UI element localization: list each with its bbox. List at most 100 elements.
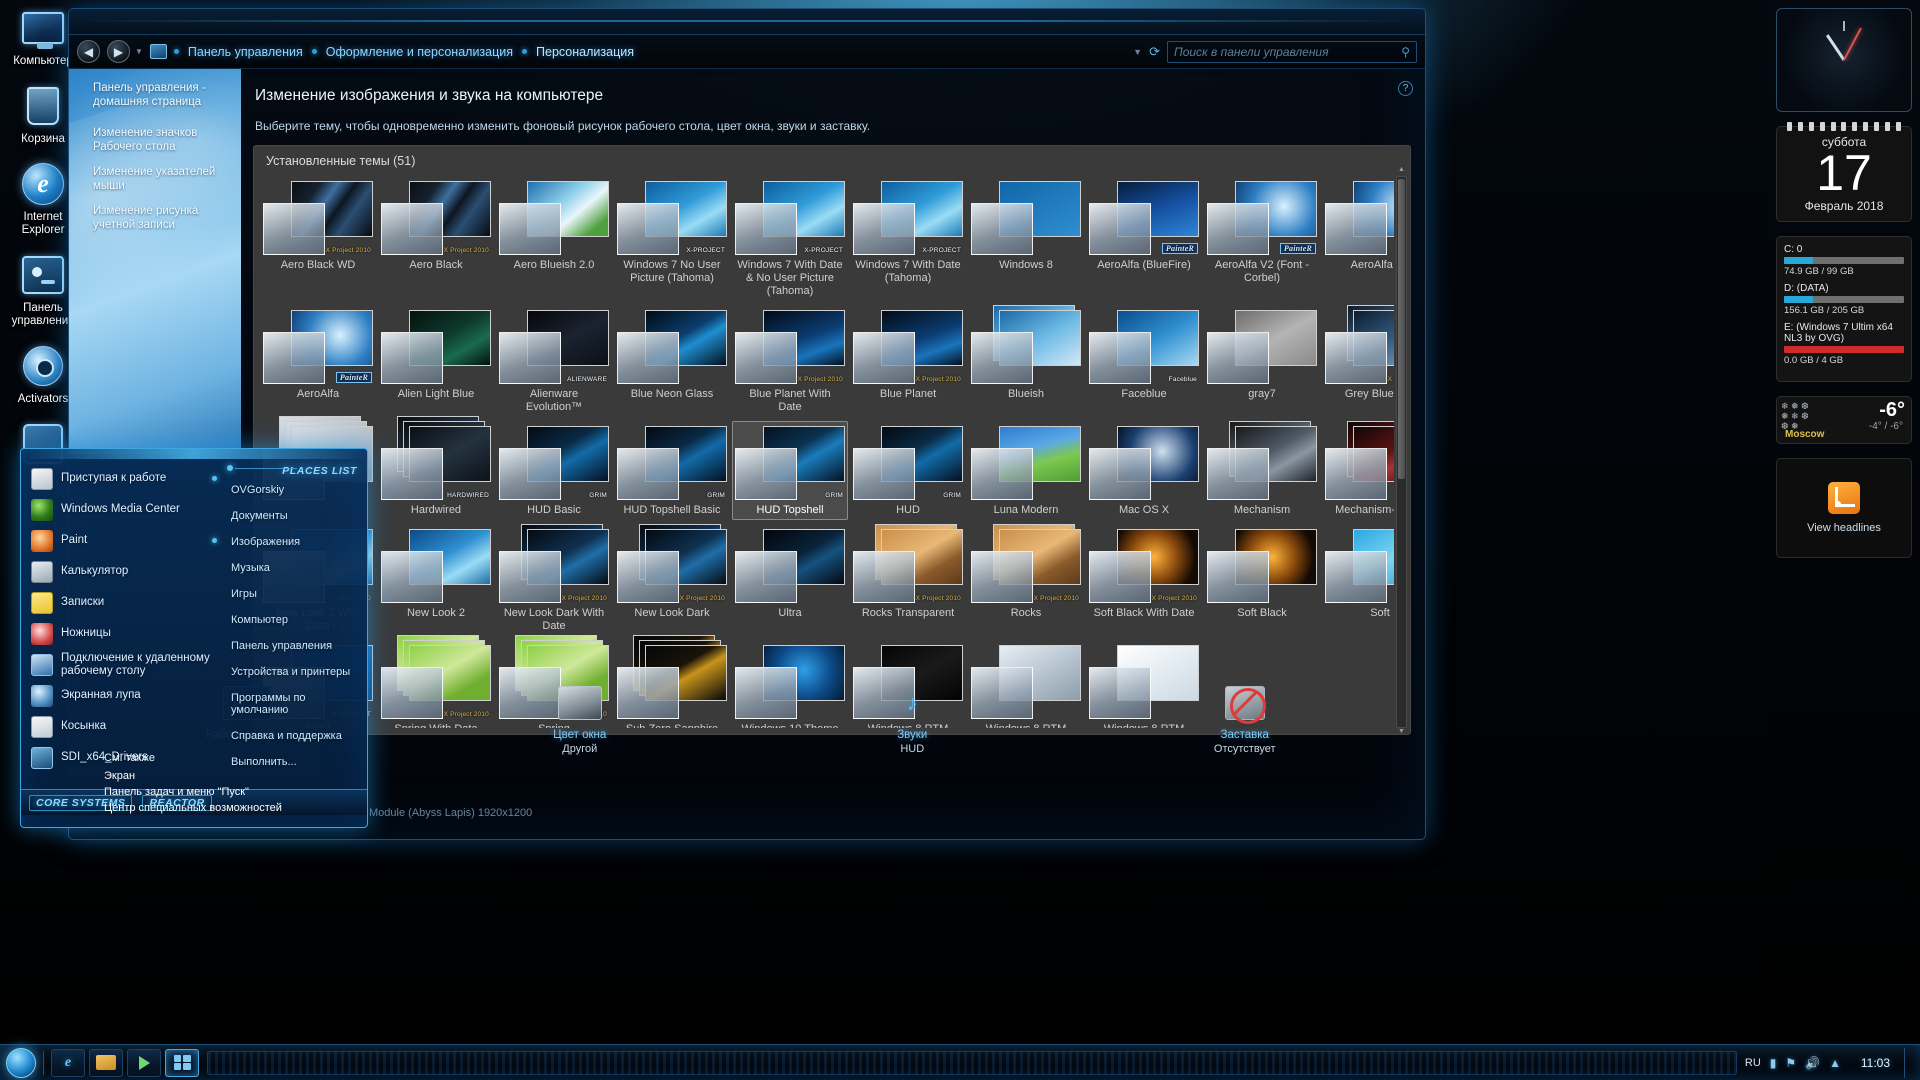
theme-tile[interactable]: ALIENWAREAlienware Evolution™ [496, 305, 612, 417]
back-button[interactable]: ◀ [77, 40, 100, 63]
places-list-item[interactable]: Справка и поддержка [225, 723, 363, 749]
calendar-gadget[interactable]: суббота 17 Февраль 2018 [1776, 126, 1912, 222]
theme-tile[interactable]: Blueish [968, 305, 1084, 417]
task-link-home[interactable]: Панель управления - домашняя страница [93, 81, 231, 109]
places-list-item[interactable]: Устройства и принтеры [225, 659, 363, 685]
theme-tile[interactable]: X Project 2010New Look Dark [614, 524, 730, 636]
task-link-desktop-icons[interactable]: Изменение значков Рабочего стола [93, 126, 231, 154]
task-link-mouse-pointers[interactable]: Изменение указателей мыши [93, 165, 231, 193]
taskbar-button-internet-explorer[interactable]: e [51, 1049, 85, 1077]
scroll-up-icon[interactable]: ▲ [1397, 166, 1406, 176]
theme-tile[interactable]: X Project 2010Grey Blue WD [1322, 305, 1394, 417]
search-icon[interactable]: ⚲ [1401, 45, 1410, 59]
theme-tile[interactable]: Mac OS X [1086, 421, 1202, 520]
network-icon[interactable]: ▮ [1770, 1056, 1777, 1070]
theme-tile[interactable]: X Project 2010Blue Planet With Date [732, 305, 848, 417]
places-list-item[interactable]: Панель управления [225, 633, 363, 659]
see-also-link-ease[interactable]: Центр специальных возможностей [104, 802, 282, 814]
weather-gadget[interactable]: ❄ ❅ ❆❅ ❄ ❆❆ ❅ -6° -4° / -6° Moscow [1776, 396, 1912, 444]
theme-tile[interactable]: Blue Neon Glass [614, 305, 730, 417]
theme-tile[interactable]: HARDWIREDHardwired [378, 421, 494, 520]
forward-button[interactable]: ▶ [107, 40, 130, 63]
feed-headlines-gadget[interactable]: View headlines [1776, 458, 1912, 558]
task-link-account-picture[interactable]: Изменение рисунка учетной записи [93, 204, 231, 232]
refresh-icon[interactable]: ⟳ [1149, 44, 1160, 60]
theme-tile[interactable]: Mechanism-bonus [1322, 421, 1394, 520]
taskbar-empty-area[interactable] [207, 1051, 1737, 1075]
theme-tile[interactable]: PainteRAeroAlfa V2 [1322, 176, 1394, 301]
theme-tile[interactable]: New Look 2 [378, 524, 494, 636]
start-orb-icon[interactable] [6, 1048, 36, 1078]
volume-icon[interactable]: 🔊 [1805, 1056, 1820, 1070]
breadcrumb-item-appearance[interactable]: Оформление и персонализация [326, 45, 513, 59]
theme-tile[interactable]: GRIMHUD [850, 421, 966, 520]
start-menu-item[interactable]: Косынка [27, 711, 221, 742]
theme-tile[interactable]: Aero Blueish 2.0 [496, 176, 612, 301]
customize-window-color[interactable]: Цвет окна Другой [414, 681, 747, 781]
help-icon[interactable]: ? [1398, 81, 1413, 96]
show-desktop-button[interactable] [1904, 1048, 1914, 1078]
taskbar-button-control-panel[interactable] [165, 1049, 199, 1077]
flag-icon[interactable]: ⚑ [1785, 1056, 1796, 1070]
history-caret-icon[interactable]: ▼ [135, 47, 143, 56]
start-menu-item[interactable]: Ножницы [27, 618, 221, 649]
theme-tile[interactable]: Soft Black [1204, 524, 1320, 636]
theme-tile[interactable]: Luna Modern [968, 421, 1084, 520]
theme-tile[interactable]: X Project 2010Rocks [968, 524, 1084, 636]
start-menu-item[interactable]: Paint [27, 525, 221, 556]
places-list-item[interactable]: Компьютер [225, 607, 363, 633]
theme-tile[interactable]: X Project 2010Aero Black WD [260, 176, 376, 301]
theme-tile[interactable]: Mechanism [1204, 421, 1320, 520]
theme-tile[interactable]: FaceblueFaceblue [1086, 305, 1202, 417]
theme-tile[interactable]: Alien Light Blue [378, 305, 494, 417]
theme-tile[interactable]: X Project 2010New Look Dark With Date [496, 524, 612, 636]
scrollbar-thumb[interactable] [1398, 179, 1405, 479]
places-list-item[interactable]: Изображения [225, 529, 363, 555]
start-menu-item[interactable]: Калькулятор [27, 556, 221, 587]
customize-sounds[interactable]: ♪ Звуки HUD [746, 681, 1079, 781]
places-list-item[interactable]: Игры [225, 581, 363, 607]
theme-tile[interactable]: PainteRAeroAlfa (BlueFire) [1086, 176, 1202, 301]
see-also-link-taskbar[interactable]: Панель задач и меню "Пуск" [104, 786, 282, 798]
clock-gadget[interactable] [1776, 8, 1912, 112]
theme-tile[interactable]: GRIMHUD Topshell [732, 421, 848, 520]
theme-tile[interactable]: Windows 8 [968, 176, 1084, 301]
theme-tile[interactable]: X Project 2010Rocks Transparent [850, 524, 966, 636]
theme-tile[interactable]: X-PROJECTWindows 7 No User Picture (Taho… [614, 176, 730, 301]
start-menu-item[interactable]: Подключение к удаленному рабочему столу [27, 649, 221, 680]
theme-tile[interactable]: X Project 2010Soft Black With Date [1086, 524, 1202, 636]
search-input[interactable]: Поиск в панели управления ⚲ [1167, 41, 1417, 63]
start-menu-item[interactable]: Записки [27, 587, 221, 618]
breadcrumb-item-control-panel[interactable]: Панель управления [188, 45, 303, 59]
language-indicator[interactable]: RU [1745, 1057, 1761, 1069]
places-list-item[interactable]: Документы [225, 503, 363, 529]
theme-tile[interactable]: GRIMHUD Basic [496, 421, 612, 520]
taskbar-button-explorer[interactable] [89, 1049, 123, 1077]
customize-screensaver[interactable]: Заставка Отсутствует [1079, 681, 1412, 781]
places-list-item[interactable]: Музыка [225, 555, 363, 581]
address-dropdown-icon[interactable]: ▼ [1133, 47, 1142, 57]
theme-tile[interactable]: X-PROJECTWindows 7 With Date (Tahoma) [850, 176, 966, 301]
feed-caption[interactable]: View headlines [1807, 522, 1881, 534]
theme-tile[interactable]: X-PROJECTWindows 7 With Date & No User P… [732, 176, 848, 301]
theme-tile[interactable]: Ultra [732, 524, 848, 636]
theme-tile[interactable]: X Project 2010Aero Black [378, 176, 494, 301]
drive-meter-gadget[interactable]: C: 0 74.9 GB / 99 GB D: (DATA) 156.1 GB … [1776, 236, 1912, 382]
see-also-link-display[interactable]: Экран [104, 770, 282, 782]
places-list-item[interactable]: OVGorskiy [225, 477, 363, 503]
theme-scroll-area[interactable]: X Project 2010Aero Black WDX Project 201… [260, 176, 1394, 728]
start-menu-item[interactable]: Windows Media Center [27, 494, 221, 525]
start-menu-item[interactable]: Экранная лупа [27, 680, 221, 711]
theme-tile[interactable]: GRIMHUD Topshell Basic [614, 421, 730, 520]
theme-tile[interactable]: PainteRAeroAlfa [260, 305, 376, 417]
vertical-scrollbar[interactable]: ▲ ▼ [1396, 176, 1407, 728]
taskbar-clock[interactable]: 11:03 [1850, 1056, 1890, 1070]
theme-tile[interactable]: gray7 [1204, 305, 1320, 417]
theme-tile[interactable]: PainteRAeroAlfa V2 (Font - Corbel) [1204, 176, 1320, 301]
theme-tile[interactable]: X Project 2010Blue Planet [850, 305, 966, 417]
breadcrumb-item-personalization[interactable]: Персонализация [536, 45, 634, 59]
start-menu-item[interactable]: Приступая к работе [27, 463, 221, 494]
places-list-item[interactable]: Программы по умолчанию [225, 685, 363, 723]
taskbar-button-media-player[interactable] [127, 1049, 161, 1077]
chevron-up-icon[interactable]: ▲ [1829, 1056, 1841, 1070]
